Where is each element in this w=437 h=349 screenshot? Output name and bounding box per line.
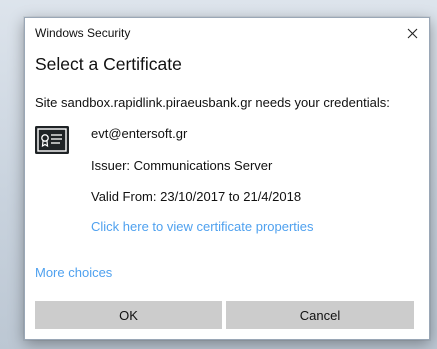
- window-title: Windows Security: [35, 26, 131, 40]
- certificate-validity: Valid From: 23/10/2017 to 21/4/2018: [91, 189, 302, 204]
- select-certificate-dialog: Windows Security Select a Certificate Si…: [24, 17, 430, 340]
- view-certificate-properties-link[interactable]: Click here to view certificate propertie…: [91, 219, 314, 234]
- title-bar: Windows Security: [25, 18, 429, 48]
- close-icon: [407, 28, 417, 38]
- more-choices-link[interactable]: More choices: [35, 265, 112, 280]
- cancel-button[interactable]: Cancel: [226, 301, 414, 329]
- certificate-icon[interactable]: [35, 126, 69, 154]
- close-button[interactable]: [399, 21, 425, 45]
- certificate-issuer: Issuer: Communications Server: [91, 158, 273, 173]
- credentials-message: Site sandbox.rapidlink.piraeusbank.gr ne…: [35, 95, 390, 110]
- dialog-heading: Select a Certificate: [35, 54, 182, 74]
- certificate-name[interactable]: evt@entersoft.gr: [91, 126, 187, 141]
- ok-button[interactable]: OK: [35, 301, 222, 329]
